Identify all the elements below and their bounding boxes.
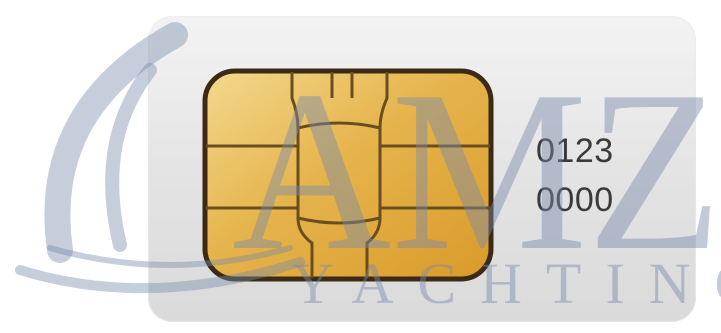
watermark-word: YACHTING — [292, 251, 721, 316]
card-number-line-1: 0123 — [536, 132, 614, 170]
stage: 0123 0000 AMZ YACHTING — [0, 0, 721, 333]
card-number-line-2: 0000 — [536, 181, 614, 219]
